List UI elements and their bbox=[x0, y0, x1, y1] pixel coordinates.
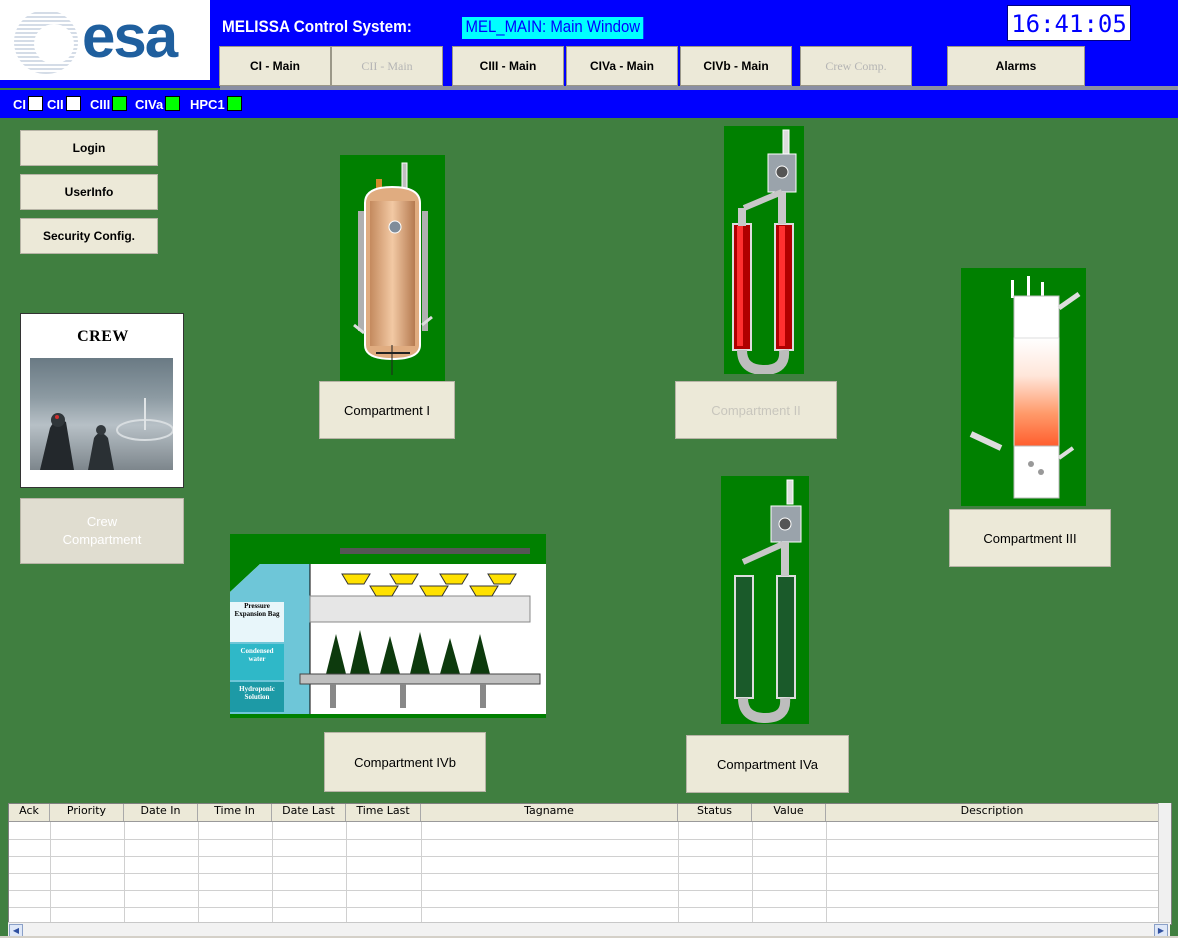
login-button[interactable]: Login bbox=[20, 130, 158, 166]
column-header-tagname[interactable]: Tagname bbox=[421, 804, 678, 821]
column-divider bbox=[678, 822, 679, 924]
compartment-1-reactor-image[interactable] bbox=[340, 155, 445, 383]
app-title: MELISSA Control System: bbox=[222, 17, 412, 36]
column-header-value[interactable]: Value bbox=[752, 804, 826, 821]
status-cii: CII bbox=[47, 96, 81, 112]
nav-crew-comp-button[interactable]: Crew Comp. bbox=[800, 46, 912, 86]
status-indicator bbox=[65, 96, 81, 111]
status-ci: CI bbox=[13, 96, 43, 112]
horizontal-scrollbar[interactable]: ◀ ▶ bbox=[8, 922, 1170, 937]
logo-text: esa bbox=[82, 3, 178, 70]
pressure-expansion-bag-label: Pressure Expansion Bag bbox=[234, 602, 280, 618]
compartment-4a-button[interactable]: Compartment IVa bbox=[686, 735, 849, 793]
column-divider bbox=[50, 822, 51, 924]
crew-title: CREW bbox=[77, 328, 129, 345]
table-row[interactable] bbox=[9, 839, 1159, 840]
window-name: MEL_MAIN: Main Window bbox=[462, 17, 644, 39]
nav-ciii-main-button[interactable]: CIII - Main bbox=[452, 46, 564, 86]
compartment-3-button[interactable]: Compartment III bbox=[949, 509, 1111, 567]
column-header-date-in[interactable]: Date In bbox=[124, 804, 198, 821]
nav-alarms-button[interactable]: Alarms bbox=[947, 46, 1085, 86]
logo-ring-inner bbox=[34, 24, 74, 64]
compartment-4b-button[interactable]: Compartment IVb bbox=[324, 732, 486, 792]
column-divider bbox=[272, 822, 273, 924]
column-header-time-in[interactable]: Time In bbox=[198, 804, 272, 821]
column-header-priority[interactable]: Priority bbox=[50, 804, 124, 821]
nav-civb-main-button[interactable]: CIVb - Main bbox=[680, 46, 792, 86]
table-row[interactable] bbox=[9, 873, 1159, 874]
column-divider bbox=[752, 822, 753, 924]
crew-compartment-button[interactable]: Crew Compartment bbox=[20, 498, 184, 564]
vertical-scrollbar[interactable] bbox=[1158, 803, 1171, 923]
status-ciii: CIII bbox=[90, 96, 128, 112]
table-row[interactable] bbox=[9, 856, 1159, 857]
column-header-description[interactable]: Description bbox=[826, 804, 1159, 821]
compartment-4b-plant-chamber-image[interactable]: Pressure Expansion Bag Condensed water H… bbox=[230, 534, 546, 718]
status-hpc1: HPC1 bbox=[190, 96, 242, 112]
compartment-2-button[interactable]: Compartment II bbox=[675, 381, 837, 439]
crew-photo bbox=[30, 358, 174, 470]
column-header-time-last[interactable]: Time Last bbox=[346, 804, 421, 821]
table-row[interactable] bbox=[9, 890, 1159, 891]
security-config-button[interactable]: Security Config. bbox=[20, 218, 158, 254]
status-civa: CIVa bbox=[135, 96, 181, 112]
column-divider bbox=[346, 822, 347, 924]
column-header-ack[interactable]: Ack bbox=[9, 804, 50, 821]
nav-civa-main-button[interactable]: CIVa - Main bbox=[566, 46, 678, 86]
table-row[interactable] bbox=[9, 907, 1159, 908]
esa-logo: esa bbox=[0, 0, 210, 80]
column-header-date-last[interactable]: Date Last bbox=[272, 804, 346, 821]
crew-panel[interactable]: CREW bbox=[20, 313, 184, 488]
clock: 16:41:05 bbox=[1007, 5, 1131, 41]
column-header-status[interactable]: Status bbox=[678, 804, 752, 821]
condensed-water-label: Condensed water bbox=[240, 647, 274, 663]
compartment-4a-reactor-image[interactable] bbox=[721, 476, 809, 724]
column-divider bbox=[421, 822, 422, 924]
alarm-table[interactable]: Ack Priority Date In Time In Date Last T… bbox=[8, 803, 1172, 925]
status-indicator bbox=[165, 96, 181, 111]
userinfo-button[interactable]: UserInfo bbox=[20, 174, 158, 210]
status-indicator bbox=[226, 96, 242, 111]
nav-ci-main-button[interactable]: CI - Main bbox=[219, 46, 331, 86]
column-divider bbox=[198, 822, 199, 924]
status-indicator bbox=[112, 96, 128, 111]
compartment-2-reactor-image[interactable] bbox=[724, 126, 804, 376]
alarm-table-header: Ack Priority Date In Time In Date Last T… bbox=[9, 804, 1159, 822]
column-divider bbox=[124, 822, 125, 924]
status-indicator bbox=[28, 96, 43, 111]
hydroponic-solution-label: Hydroponic Solution bbox=[239, 685, 275, 701]
nav-cii-main-button[interactable]: CII - Main bbox=[331, 46, 443, 86]
compartment-1-button[interactable]: Compartment I bbox=[319, 381, 455, 439]
column-divider bbox=[826, 822, 827, 924]
compartment-3-reactor-image[interactable] bbox=[961, 268, 1086, 506]
